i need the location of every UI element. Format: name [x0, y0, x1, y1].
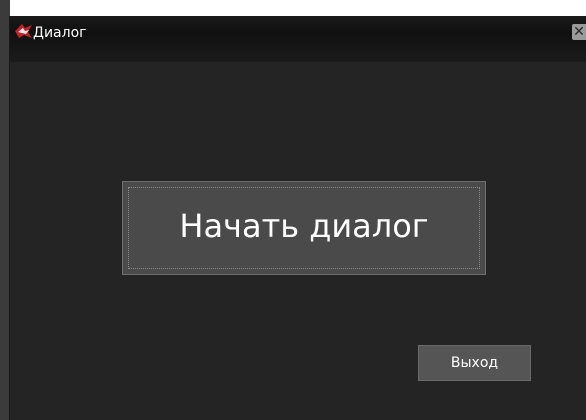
close-button[interactable]: ✕	[572, 24, 586, 40]
start-dialog-button[interactable]: Начать диалог	[122, 181, 486, 275]
title-bar[interactable]: Диалог ✕	[10, 16, 586, 62]
dialog-window: Диалог ✕ Начать диалог Выход	[10, 16, 586, 420]
close-icon: ✕	[573, 24, 585, 40]
background-window-edge	[0, 0, 10, 420]
start-dialog-label: Начать диалог	[179, 207, 429, 245]
exit-button[interactable]: Выход	[418, 345, 531, 381]
desktop-background	[0, 0, 586, 16]
app-logo-icon	[14, 22, 34, 40]
window-title: Диалог	[33, 25, 87, 41]
